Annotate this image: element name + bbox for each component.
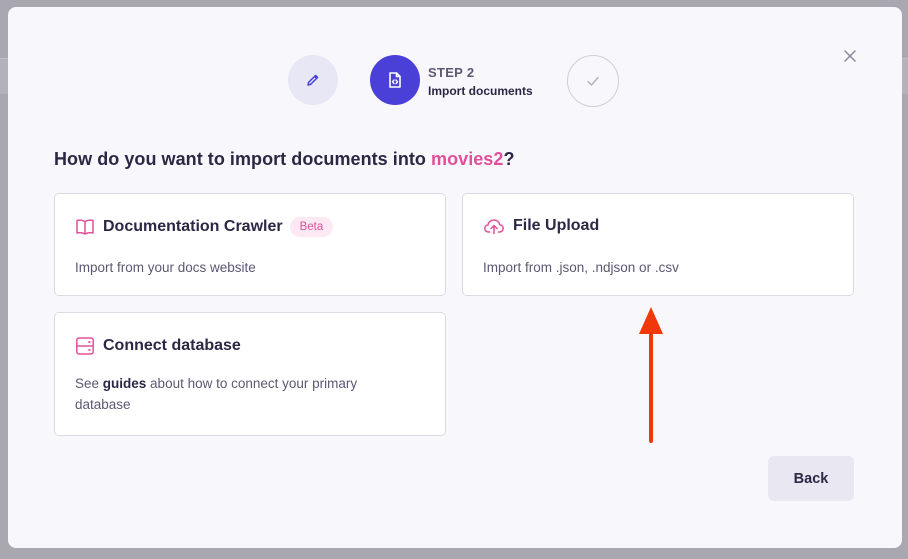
- close-button[interactable]: [842, 48, 858, 64]
- card-header: Documentation Crawler Beta: [75, 217, 334, 237]
- card-title: File Upload: [513, 217, 600, 234]
- step-number: STEP 2: [428, 65, 475, 80]
- back-button[interactable]: Back: [768, 456, 854, 501]
- card-description: Import from .json, .ndjson or .csv: [483, 260, 679, 275]
- card-description: Import from your docs website: [75, 260, 256, 275]
- card-header: File Upload: [483, 217, 599, 235]
- collection-name: movies2: [431, 149, 504, 169]
- check-icon: [587, 76, 599, 86]
- option-connect-database[interactable]: Connect database See guides about how to…: [54, 312, 446, 436]
- card-description: See guides about how to connect your pri…: [75, 373, 415, 415]
- step-1-indicator[interactable]: [288, 55, 338, 105]
- card-title: Documentation Crawler: [103, 218, 283, 235]
- import-question: How do you want to import documents into…: [54, 149, 514, 170]
- book-icon: [76, 219, 94, 235]
- import-documents-modal: STEP 2 Import documents How do you want …: [8, 7, 902, 548]
- option-file-upload[interactable]: File Upload Import from .json, .ndjson o…: [462, 193, 854, 296]
- pencil-icon: [307, 74, 319, 86]
- beta-badge: Beta: [289, 217, 334, 237]
- question-text: How do you want to import documents into: [54, 149, 432, 169]
- server-icon: [76, 337, 94, 355]
- cloud-upload-icon: [484, 219, 504, 235]
- card-header: Connect database: [75, 336, 241, 356]
- step-2-indicator: [370, 55, 420, 105]
- file-code-icon: [389, 72, 401, 88]
- step-title: Import documents: [428, 84, 533, 98]
- guides-link[interactable]: guides: [103, 376, 147, 391]
- annotation-arrow-icon: [639, 307, 663, 443]
- step-3-indicator: [567, 55, 619, 107]
- card-title: Connect database: [103, 337, 241, 354]
- question-mark: ?: [503, 149, 515, 169]
- close-icon: [844, 50, 856, 62]
- description-text: See: [75, 376, 103, 391]
- current-step-label: STEP 2 Import documents: [428, 65, 533, 98]
- option-documentation-crawler[interactable]: Documentation Crawler Beta Import from y…: [54, 193, 446, 296]
